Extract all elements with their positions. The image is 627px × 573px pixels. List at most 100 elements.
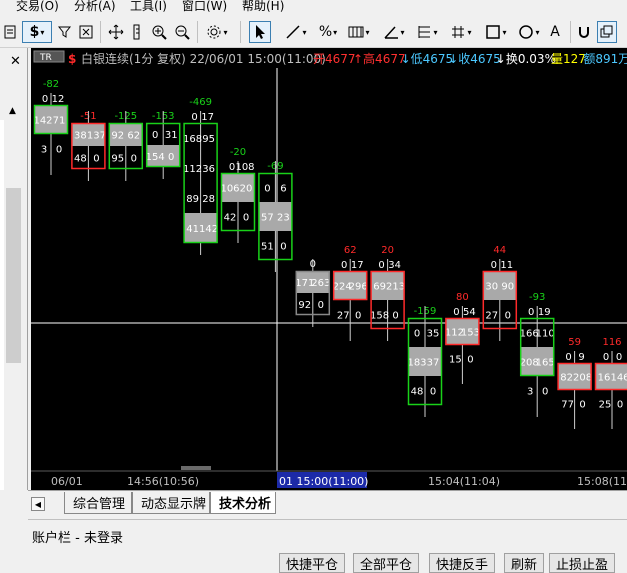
bar-ask-volume: 6 <box>280 184 286 195</box>
copy-icon[interactable] <box>597 21 617 43</box>
bar-top-ask: 34 <box>388 260 401 271</box>
bar-ask-volume: 23 <box>277 213 290 224</box>
bar-ask-volume: 71 <box>53 116 66 127</box>
hash-icon[interactable]: ▾ <box>447 21 475 43</box>
bar-top-bid: 0 <box>565 352 571 363</box>
chart-stat-3: ↓收4675 <box>448 52 501 66</box>
toolbar-separator <box>197 21 198 43</box>
bar-ask-volume: 20 <box>240 184 253 195</box>
bar-bid-volume: 92 <box>111 131 124 142</box>
filter-icon[interactable] <box>57 21 73 43</box>
percent-icon[interactable]: %▾ <box>315 21 341 43</box>
bar-top-ask: 0 <box>616 352 622 363</box>
bar-delta-label: 44 <box>493 245 506 256</box>
tab-scroll-left-icon[interactable]: ◀ <box>31 497 45 511</box>
dollar-icon: $ <box>68 52 76 66</box>
bar-ask-volume: 165 <box>536 358 555 369</box>
bar-top-bid: 0 <box>453 307 459 318</box>
bar-bid-volume: 27 <box>485 311 498 322</box>
cursor-icon[interactable] <box>249 21 271 43</box>
bar-ask-volume: 153 <box>461 328 480 339</box>
grid-icon[interactable]: ▾ <box>345 21 373 43</box>
menu-trade[interactable]: 交易(O) <box>16 0 59 14</box>
bar-bottom-ask: 0 <box>617 400 623 411</box>
bar-top-bid: 0 <box>491 260 497 271</box>
bar-top-bid: 0 <box>378 260 384 271</box>
sort-icon[interactable] <box>78 21 94 43</box>
tab-overview[interactable]: 综合管理 <box>64 492 132 514</box>
bar-bid-volume: 142 <box>33 116 52 127</box>
menu-tools[interactable]: 工具(I) <box>130 0 167 14</box>
menu-help[interactable]: 帮助(H) <box>242 0 284 14</box>
bar-ask-volume: 95 <box>202 134 215 145</box>
scrollbar-thumb[interactable] <box>6 188 21 363</box>
bar-ask-volume: 0 <box>280 242 286 253</box>
page-icon[interactable] <box>2 21 18 43</box>
tab-dynamic-board[interactable]: 动态显示牌 <box>132 492 210 514</box>
bar-ask-volume: 62 <box>127 131 140 142</box>
footprint-chart[interactable]: TR$白银连续(1分 复权) 22/06/01 15:00(11:00)开467… <box>31 48 627 490</box>
refresh-button[interactable]: 刷新 <box>504 553 544 573</box>
chart-stat-0: 开4677 <box>313 52 356 66</box>
menu-window[interactable]: 窗口(W) <box>182 0 227 14</box>
bar-bid-volume: 154 <box>146 152 165 163</box>
bar-top-bid: 0 <box>42 94 48 105</box>
bar-top-bid: 0 <box>603 352 609 363</box>
bar-top-bid: 0 <box>341 260 347 271</box>
zoom-out-icon[interactable] <box>173 21 191 43</box>
list-icon[interactable]: ▾ <box>413 21 441 43</box>
bar-bid-volume: 89 <box>186 194 199 205</box>
close-icon[interactable]: ✕ <box>10 54 21 69</box>
chart-stat-2: ↓低4675 <box>401 52 454 66</box>
bar-ask-volume: 263 <box>311 278 330 289</box>
magnet-icon[interactable] <box>576 21 592 43</box>
circle-icon[interactable]: ▾ <box>514 21 544 43</box>
chart-stat-4: ↓换0.03% <box>496 52 556 66</box>
bar-delta-label: 62 <box>344 245 357 256</box>
move-icon[interactable] <box>107 21 125 43</box>
bar-ask-volume: 0 <box>318 300 324 311</box>
bar-bid-volume: 183 <box>407 358 426 369</box>
time-axis-label: 15:08(11 <box>577 475 627 488</box>
time-axis-label: 15:04(11:04) <box>428 475 500 488</box>
bar-bid-volume: 92 <box>298 300 311 311</box>
bar-bid-volume: 42 <box>224 213 237 224</box>
bar-delta-label: -20 <box>230 147 246 158</box>
line-icon[interactable]: ▾ <box>281 21 311 43</box>
bar-bottom-ask: 0 <box>467 355 473 366</box>
bar-bottom-ask: 0 <box>579 400 585 411</box>
bar-bid-volume: 30 <box>485 282 498 293</box>
text-icon[interactable]: A <box>548 21 562 43</box>
bar-bid-volume: 48 <box>74 154 87 165</box>
rectangle-icon[interactable]: ▾ <box>481 21 511 43</box>
bar-delta-label: -93 <box>529 292 545 303</box>
bar-bid-volume: 168 <box>183 134 202 145</box>
quick-reverse-button[interactable]: 快捷反手 <box>429 553 495 573</box>
dollar-icon[interactable]: $▾ <box>22 21 52 43</box>
ruler-icon[interactable] <box>131 21 143 43</box>
stop-loss-button[interactable]: 止损止盈 <box>549 553 615 573</box>
tab-technical-analysis[interactable]: 技术分析 <box>210 492 276 514</box>
bar-top-ask: 17 <box>351 260 364 271</box>
scroll-up-icon[interactable]: ▲ <box>9 106 16 116</box>
bar-top-bid: 0 <box>229 162 235 173</box>
angle-icon[interactable]: ▾ <box>380 21 408 43</box>
bar-ask-volume: 0 <box>243 213 249 224</box>
account-title: 账户栏 - 未登录 <box>32 527 123 546</box>
quick-close-button[interactable]: 快捷平仓 <box>279 553 345 573</box>
zoom-in-icon[interactable] <box>150 21 168 43</box>
time-axis-label: 06/01 <box>51 475 83 488</box>
tab-bar: ◀ 综合管理 动态显示牌 技术分析 <box>28 490 627 516</box>
bar-top-bid: 0 <box>528 307 534 318</box>
chart-scroll-indicator <box>181 466 211 470</box>
bar-ask-volume: 0 <box>131 154 137 165</box>
bar-ask-volume: 36 <box>202 164 215 175</box>
left-panel: ✕ ▲ <box>0 48 28 490</box>
bar-bid-volume: 0 <box>152 130 158 141</box>
bar-top-ask: 11 <box>500 260 513 271</box>
chart-stat-6: 额891万 <box>583 52 627 66</box>
gear-icon[interactable]: ▾ <box>203 21 231 43</box>
bar-top-ask: 54 <box>463 307 476 318</box>
close-all-button[interactable]: 全部平仓 <box>353 553 419 573</box>
menu-analysis[interactable]: 分析(A) <box>74 0 116 14</box>
